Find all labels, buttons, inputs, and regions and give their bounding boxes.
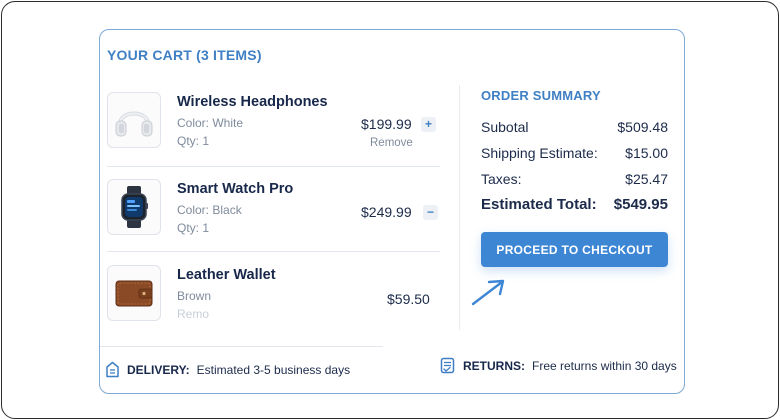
delivery-text: Estimated 3-5 business days — [196, 362, 351, 377]
window-frame: YOUR CART (3 ITEMS) Wireless Headphones … — [1, 1, 779, 419]
total-value: $549.95 — [613, 196, 668, 213]
quantity-increase-button[interactable]: + — [421, 117, 436, 132]
item-name[interactable]: Leather Wallet — [177, 267, 276, 283]
cart-item-smartwatch: Smart Watch Pro Color: Black Qty: 1 $249… — [107, 174, 440, 259]
cart-title: YOUR CART (3 ITEMS) — [107, 47, 262, 63]
returns-icon — [440, 357, 455, 374]
summary-row-taxes: Taxes: $25.47 — [481, 171, 668, 187]
wallet-thumbnail[interactable] — [107, 265, 161, 321]
total-label: Estimated Total: — [481, 196, 597, 213]
cart-item-headphones: Wireless Headphones Color: White Qty: 1 … — [107, 87, 440, 172]
footer-divider — [100, 346, 383, 347]
summary-value: $25.47 — [625, 171, 668, 187]
proceed-to-checkout-button[interactable]: PROCEED TO CHECKOUT — [481, 232, 668, 267]
quantity-decrease-button[interactable]: − — [423, 205, 438, 220]
cart-card: YOUR CART (3 ITEMS) Wireless Headphones … — [99, 29, 685, 394]
delivery-info: DELIVERY: Estimated 3-5 business days — [105, 361, 350, 378]
item-price: $59.50 — [387, 291, 430, 307]
wallet-icon — [115, 280, 153, 307]
item-price: $249.99 — [361, 204, 412, 220]
summary-row-shipping: Shipping Estimate: $15.00 — [481, 145, 668, 161]
item-qty: Qty: 1 — [177, 134, 210, 148]
returns-label: RETURNS: — [463, 358, 525, 373]
summary-row-total: Estimated Total: $549.95 — [481, 196, 668, 213]
order-summary-title: ORDER SUMMARY — [481, 88, 601, 103]
returns-text: Free returns within 30 days — [532, 358, 677, 373]
column-separator — [459, 85, 460, 330]
summary-label: Shipping Estimate: — [481, 145, 598, 161]
delivery-label: DELIVERY: — [127, 362, 190, 377]
summary-value: $509.48 — [617, 119, 668, 135]
item-qty: Qty: 1 — [177, 221, 210, 235]
remove-item-link[interactable]: Remo — [177, 307, 209, 321]
summary-row-subtotal: Subotal $509.48 — [481, 119, 668, 135]
item-divider — [107, 251, 440, 252]
item-variant: Color: White — [177, 116, 244, 130]
headphones-thumbnail[interactable] — [107, 92, 161, 148]
summary-label: Taxes: — [481, 171, 522, 187]
headphones-icon — [115, 111, 153, 137]
item-divider — [107, 166, 440, 167]
cart-item-wallet: Leather Wallet Brown Remo $59.50 — [107, 260, 440, 345]
smartwatch-icon — [121, 186, 148, 228]
summary-value: $15.00 — [625, 145, 668, 161]
smartwatch-thumbnail[interactable] — [107, 179, 161, 235]
item-name[interactable]: Wireless Headphones — [177, 94, 328, 110]
arrow-pointer-icon — [471, 279, 505, 306]
summary-label: Subotal — [481, 119, 529, 135]
returns-info: RETURNS: Free returns within 30 days — [440, 357, 677, 374]
delivery-icon — [106, 361, 119, 378]
item-price: $199.99 — [361, 116, 412, 132]
item-variant: Color: Black — [177, 203, 242, 217]
item-name[interactable]: Smart Watch Pro — [177, 181, 293, 197]
item-variant: Brown — [177, 289, 212, 303]
remove-item-link[interactable]: Remove — [370, 137, 413, 149]
